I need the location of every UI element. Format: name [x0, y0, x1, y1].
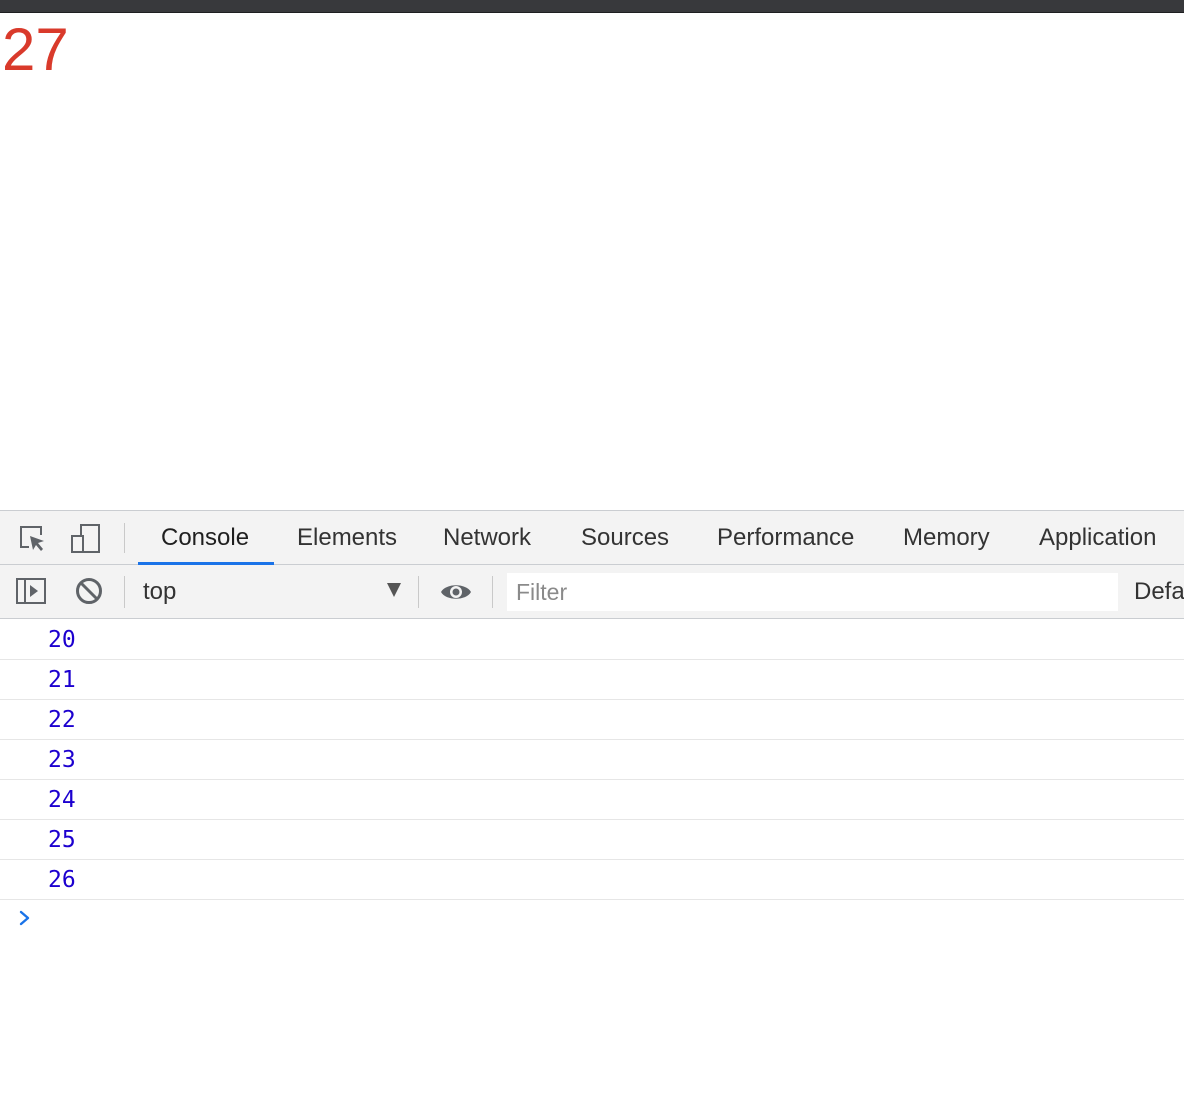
console-message: 22 — [0, 700, 1184, 740]
console-message: 26 — [0, 860, 1184, 900]
console-message-value: 23 — [48, 747, 76, 773]
tabbar-divider — [124, 523, 125, 553]
console-message: 23 — [0, 740, 1184, 780]
inspect-element-icon[interactable] — [16, 522, 48, 554]
browser-top-bar — [0, 0, 1184, 13]
console-message: 21 — [0, 660, 1184, 700]
tab-console[interactable]: Console — [161, 511, 249, 565]
console-toolbar: top Defa — [0, 565, 1184, 619]
toolbar-divider — [492, 576, 493, 608]
context-selector-label: top — [143, 578, 177, 605]
clear-console-icon[interactable] — [73, 575, 105, 607]
log-levels-dropdown[interactable]: Defa — [1134, 565, 1184, 618]
console-message: 25 — [0, 820, 1184, 860]
console-messages: 20 21 22 23 24 25 26 — [0, 620, 1184, 900]
console-message-value: 24 — [48, 787, 76, 813]
chevron-right-icon[interactable] — [16, 906, 36, 930]
device-toolbar-icon[interactable] — [70, 522, 102, 554]
tab-application[interactable]: Application — [1039, 511, 1156, 565]
counter-display: 27 — [2, 16, 69, 83]
tab-memory[interactable]: Memory — [903, 511, 990, 565]
eye-icon[interactable] — [439, 576, 471, 608]
tab-elements[interactable]: Elements — [297, 511, 397, 565]
console-message-value: 26 — [48, 867, 76, 893]
devtools-tabbar: Console Elements Network Sources Perform… — [0, 510, 1184, 565]
toolbar-divider — [418, 576, 419, 608]
console-message-value: 22 — [48, 707, 76, 733]
tab-network[interactable]: Network — [443, 511, 531, 565]
toolbar-divider — [124, 576, 125, 608]
devtools-panel: Console Elements Network Sources Perform… — [0, 510, 1184, 1108]
console-message: 24 — [0, 780, 1184, 820]
dropdown-arrow-icon — [387, 583, 401, 597]
tab-performance[interactable]: Performance — [717, 511, 854, 565]
console-message-value: 21 — [48, 667, 76, 693]
context-selector[interactable]: top — [143, 565, 405, 618]
console-message-value: 20 — [48, 627, 76, 653]
console-message: 20 — [0, 620, 1184, 660]
console-message-value: 25 — [48, 827, 76, 853]
tab-sources[interactable]: Sources — [581, 511, 669, 565]
filter-input[interactable] — [507, 573, 1118, 611]
show-sidebar-icon[interactable] — [15, 575, 47, 607]
